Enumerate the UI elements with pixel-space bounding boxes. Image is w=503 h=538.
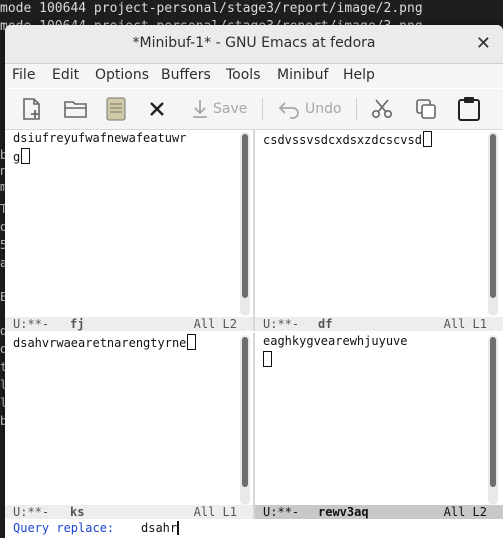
window-pane-df[interactable]: csdvssvsdcxdsxzdcscvsd <box>255 130 503 316</box>
folder-open-icon <box>63 97 89 121</box>
minibuffer-input[interactable]: dsahr <box>141 521 180 535</box>
mode-line-state: U:**- <box>13 505 50 519</box>
text-cursor <box>21 148 31 164</box>
paste-button[interactable] <box>457 95 481 123</box>
scrollbar-thumb[interactable] <box>490 337 496 487</box>
terminal-line: mode 100644 project-personal/stage3/repo… <box>0 1 423 16</box>
copy-icon <box>414 97 438 121</box>
window-pane-fj[interactable]: dsiufreyufwafnewafeatuwr g <box>5 130 253 316</box>
buffer-line: g <box>13 148 31 164</box>
text-cursor <box>263 351 272 367</box>
menu-help[interactable]: Help <box>343 67 375 83</box>
text-cursor <box>177 521 180 535</box>
mode-line-buffer-name: df <box>318 317 333 331</box>
new-file-icon <box>19 97 43 121</box>
scrollbar-thumb[interactable] <box>490 134 496 298</box>
scissors-icon <box>370 97 394 121</box>
buffer-line <box>263 351 272 367</box>
scrollbar[interactable] <box>488 132 498 316</box>
cut-button[interactable] <box>370 95 394 123</box>
mode-line-rewv3aq[interactable]: U:**- rewv3aq All L2 <box>255 505 503 519</box>
save-icon <box>191 98 209 120</box>
open-file-button[interactable] <box>63 95 89 123</box>
mode-line-buffer-name: rewv3aq <box>318 505 369 519</box>
paste-icon <box>457 96 481 122</box>
emacs-window: *Minibuf-1* - GNU Emacs at fedora ✕ File… <box>5 25 503 538</box>
mode-line-position: All L2 <box>193 317 237 331</box>
text-cursor <box>422 131 432 147</box>
kill-buffer-button[interactable] <box>148 95 166 123</box>
scrollbar-thumb[interactable] <box>242 134 248 298</box>
window-pane-ks[interactable]: dsahvrwaearetnarengtyrne <box>5 333 253 505</box>
mode-line-ks[interactable]: U:**- ks All L1 <box>5 505 253 519</box>
toolbar-separator <box>356 98 357 120</box>
buffer-line: csdvssvsdcxdsxzdcscvsd <box>263 131 432 147</box>
menu-minibuf[interactable]: Minibuf <box>277 67 328 83</box>
menu-buffers[interactable]: Buffers <box>161 67 211 83</box>
disk-icon <box>105 96 127 122</box>
save-button[interactable]: Save <box>191 95 247 123</box>
new-file-button[interactable] <box>19 95 43 123</box>
close-window-button[interactable]: ✕ <box>476 33 491 54</box>
scrollbar-thumb[interactable] <box>242 337 248 487</box>
buffer-line: eaghkygvearewhjuyuve <box>263 334 408 348</box>
close-buffer-icon <box>148 100 166 118</box>
mode-line-state: U:**- <box>263 505 300 519</box>
title-bar[interactable]: *Minibuf-1* - GNU Emacs at fedora ✕ <box>5 25 503 64</box>
window-pane-rewv3aq[interactable]: eaghkygvearewhjuyuve <box>255 333 503 505</box>
undo-icon <box>277 99 301 119</box>
minibuffer[interactable]: Query replace: dsahr <box>5 519 503 538</box>
menu-options[interactable]: Options <box>95 67 149 83</box>
window-title: *Minibuf-1* - GNU Emacs at fedora <box>132 35 376 51</box>
dired-button[interactable] <box>105 95 127 123</box>
mode-line-state: U:**- <box>263 317 300 331</box>
scrollbar[interactable] <box>240 132 250 316</box>
mode-line-buffer-name: fj <box>70 317 85 331</box>
save-label: Save <box>213 101 248 117</box>
mode-line-position: All L2 <box>443 505 487 519</box>
undo-button[interactable]: Undo <box>277 95 342 123</box>
mode-line-fj[interactable]: U:**- fj All L2 <box>5 317 253 331</box>
menu-tools[interactable]: Tools <box>226 67 261 83</box>
mode-line-state: U:**- <box>13 317 50 331</box>
copy-button[interactable] <box>414 95 438 123</box>
minibuffer-prompt: Query replace: <box>13 521 115 535</box>
mode-line-position: All L1 <box>193 505 237 519</box>
mode-line-buffer-name: ks <box>70 505 85 519</box>
undo-label: Undo <box>305 101 342 117</box>
buffer-line: dsiufreyufwafnewafeatuwr <box>13 131 187 145</box>
mode-line-position: All L1 <box>443 317 487 331</box>
toolbar-separator <box>262 98 263 120</box>
text-cursor <box>187 334 197 350</box>
menu-edit[interactable]: Edit <box>52 67 79 83</box>
scrollbar[interactable] <box>240 335 250 505</box>
menu-bar: File Edit Options Buffers Tools Minibuf … <box>5 64 503 88</box>
mode-line-df[interactable]: U:**- df All L1 <box>255 317 503 331</box>
buffer-line: dsahvrwaearetnarengtyrne <box>13 334 197 350</box>
menu-file[interactable]: File <box>12 67 35 83</box>
scrollbar[interactable] <box>488 335 498 505</box>
tool-bar: Save Undo <box>5 89 503 130</box>
